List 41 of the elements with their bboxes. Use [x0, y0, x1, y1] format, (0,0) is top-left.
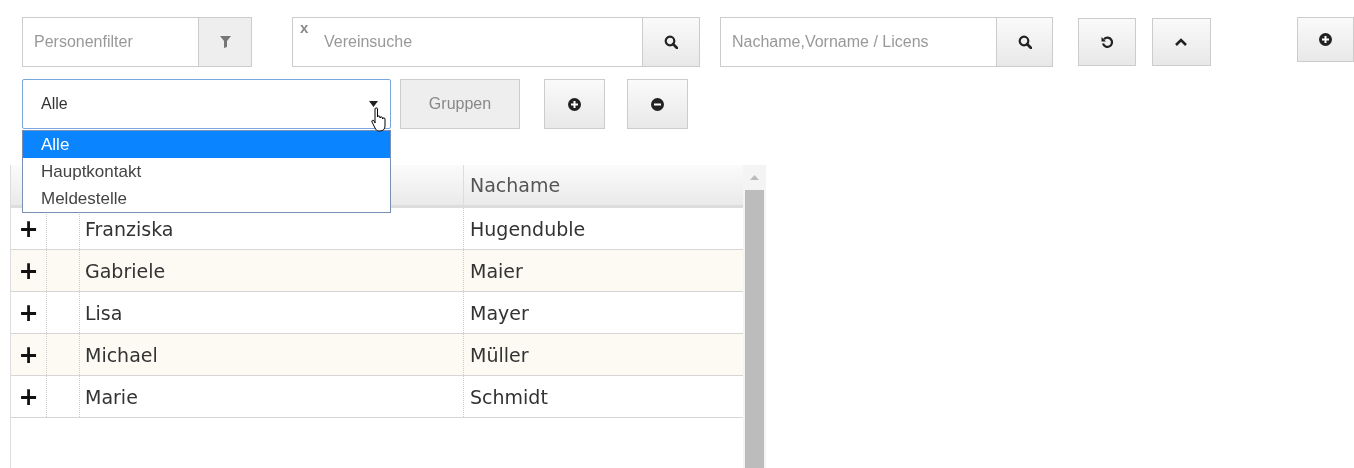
- plus-circle-icon: [1318, 33, 1332, 46]
- dropdown-option[interactable]: Meldestelle: [23, 185, 390, 212]
- search-icon: [1017, 35, 1032, 49]
- table-cell: Hugenduble: [470, 217, 586, 240]
- column-header[interactable]: Nachame: [470, 174, 561, 196]
- scrollbar-thumb[interactable]: [745, 190, 764, 468]
- table-cell: Franziska: [85, 217, 174, 240]
- name-search-field[interactable]: Nachame,Vorname / Licens: [720, 17, 996, 67]
- minus-circle-icon: [651, 97, 664, 111]
- expand-toggle[interactable]: +: [18, 382, 39, 411]
- add-button[interactable]: [1296, 17, 1354, 62]
- person-filter-field[interactable]: Personenfilter: [22, 17, 198, 67]
- expand-toggle[interactable]: +: [18, 214, 39, 243]
- group-select[interactable]: Alle: [22, 79, 391, 129]
- table-cell: Marie: [85, 385, 138, 408]
- add-button[interactable]: [544, 79, 605, 129]
- reload-button[interactable]: [1078, 18, 1137, 66]
- search-button[interactable]: [996, 17, 1053, 67]
- table-cell: Müller: [470, 343, 529, 366]
- expand-toggle[interactable]: +: [18, 298, 39, 327]
- expand-toggle[interactable]: +: [18, 340, 39, 369]
- search-icon: [664, 35, 678, 49]
- dropdown-option[interactable]: Alle: [23, 131, 390, 158]
- clear-button[interactable]: x: [300, 19, 309, 36]
- table-cell: Lisa: [85, 301, 123, 324]
- dropdown-arrow-icon: [369, 101, 378, 107]
- scroll-up-icon: [750, 175, 759, 180]
- table-cell: Schmidt: [470, 385, 548, 408]
- dropdown-option[interactable]: Hauptkontakt: [23, 158, 390, 185]
- expand-toggle[interactable]: +: [18, 256, 39, 285]
- table-cell: Mayer: [470, 301, 529, 324]
- plus-circle-icon: [568, 97, 581, 111]
- table-cell: Maier: [470, 259, 523, 282]
- search-button[interactable]: [642, 17, 700, 67]
- scrollbar[interactable]: [743, 165, 766, 468]
- table-cell: Gabriele: [85, 259, 166, 282]
- remove-button[interactable]: [627, 79, 688, 129]
- table-cell: Michael: [85, 343, 158, 366]
- reload-icon: [1100, 35, 1114, 49]
- filter-icon: [219, 36, 231, 48]
- chevron-up-icon: [1175, 38, 1188, 46]
